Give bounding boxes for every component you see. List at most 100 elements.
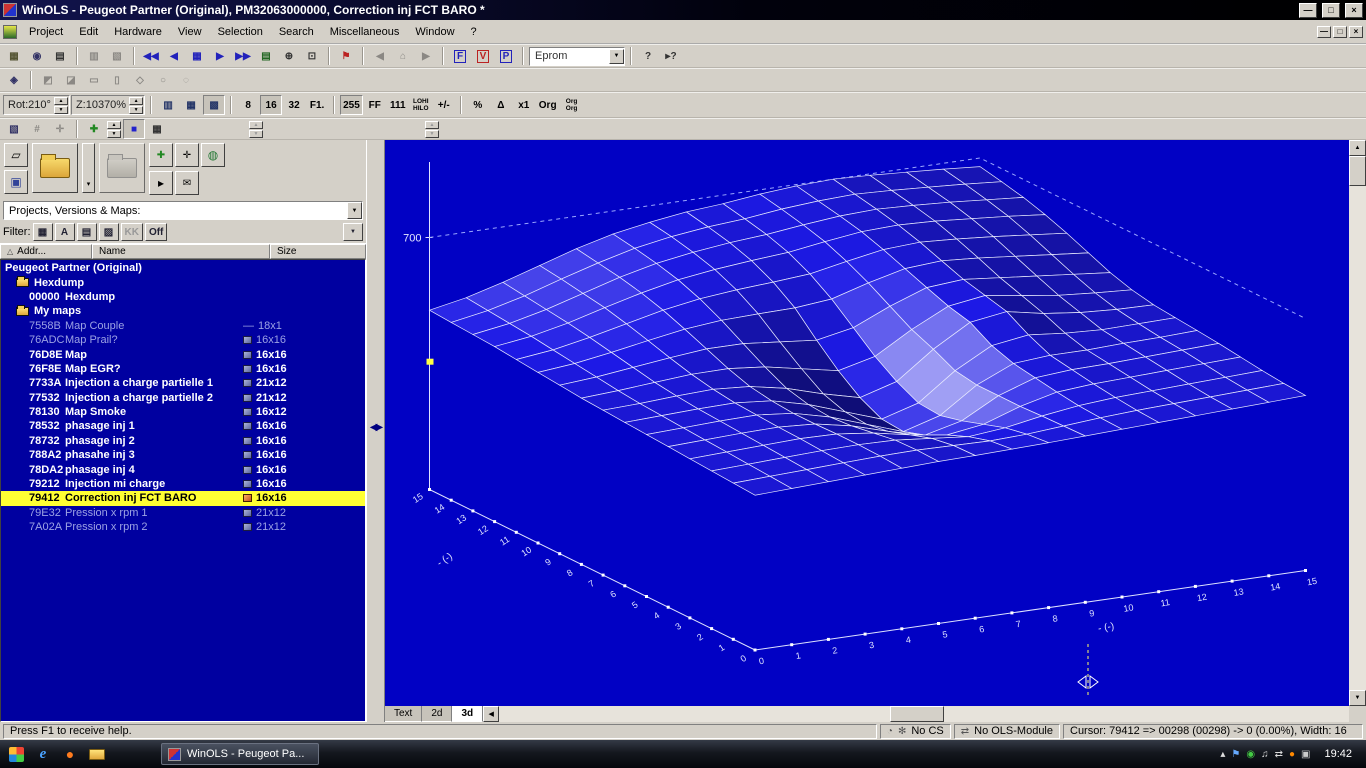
horizontal-scrollbar[interactable] [499, 706, 1349, 722]
start-button[interactable] [6, 744, 26, 764]
map-row-7A02A[interactable]: 7A02A Pression x rpm 2 21x12 [1, 520, 365, 534]
next-map-icon[interactable]: ▶ [209, 46, 231, 66]
firefox-launcher[interactable]: ● [60, 744, 80, 764]
map-row-79212[interactable]: 79212 Injection mi charge 16x16 [1, 477, 365, 491]
map-row-78532[interactable]: 78532 phasage inj 1 16x16 [1, 419, 365, 433]
tab-text[interactable]: Text [385, 706, 423, 722]
filter-off-button[interactable]: Off [144, 223, 168, 241]
difference-icon[interactable]: Δ [490, 95, 512, 115]
save-version-button[interactable]: ▣ [4, 170, 28, 194]
zoom-spinner-arrows[interactable]: ▲ ▼ [129, 96, 144, 114]
map-row-7558B[interactable]: 7558B Map Couple —18x1 [1, 319, 365, 333]
copy-icon[interactable]: ▥ [83, 46, 105, 66]
tab-2d[interactable]: 2d [422, 706, 453, 722]
view-text-icon[interactable]: ▥ [157, 95, 179, 115]
open-project-dropdown[interactable]: ▾ [82, 143, 95, 193]
map-row-77532[interactable]: 77532 Injection a charge partielle 2 21x12 [1, 391, 365, 405]
map-row-78DA2[interactable]: 78DA2 phasage inj 4 16x16 [1, 462, 365, 476]
tray-network-icon[interactable]: ⇄ [1275, 749, 1283, 760]
move-icon[interactable]: ✛ [49, 119, 71, 139]
map-table-icon[interactable]: ▦ [186, 46, 208, 66]
browser-launcher[interactable]: e [33, 744, 53, 764]
scroll-up-icon[interactable]: ▲ [1349, 140, 1366, 156]
oscilloscope-icon[interactable]: ◈ [3, 70, 25, 90]
vertical-scroll-track[interactable] [1349, 186, 1366, 690]
filter-maps-icon[interactable]: ▦ [32, 223, 53, 241]
folder-row-mymaps[interactable]: My maps [1, 304, 365, 318]
compare-original-icon[interactable]: Org Org [561, 95, 583, 115]
close-button[interactable]: × [1345, 2, 1363, 18]
filter-kk-button[interactable]: KK [120, 223, 143, 241]
open-project-icon[interactable]: ▦ [3, 46, 25, 66]
pane-splitter[interactable]: ◀▶ [366, 140, 385, 722]
projects-versions-combo[interactable]: Projects, Versions & Maps: ▼ [3, 201, 363, 220]
map-row-78130[interactable]: 78130 Map Smoke 16x12 [1, 405, 365, 419]
tray-antivirus-icon[interactable]: ◉ [1246, 749, 1255, 760]
decimal-display-icon[interactable]: 255 [340, 95, 363, 115]
edit-cell-icon[interactable]: ▭ [83, 70, 105, 90]
row-height-spinner[interactable]: ▲ ▼ [249, 120, 263, 138]
vertical-scrollbar[interactable]: ▲ ▼ [1349, 140, 1366, 706]
eprom-combo-arrow-icon[interactable]: ▼ [609, 48, 624, 64]
back-icon[interactable]: ◀ [369, 46, 391, 66]
value-view-icon[interactable]: V [472, 46, 494, 66]
context-help-icon[interactable]: ▸? [660, 46, 682, 66]
minimize-button[interactable]: — [1299, 2, 1317, 18]
insert-cell-icon[interactable]: ▯ [106, 70, 128, 90]
tray-app-icon[interactable]: ▣ [1301, 749, 1310, 760]
mail-button[interactable]: ✉ [175, 171, 199, 195]
tray-volume-icon[interactable]: ♫ [1261, 749, 1269, 760]
vertical-scroll-thumb[interactable] [1349, 156, 1366, 186]
open-project-button[interactable] [32, 143, 78, 193]
eprom-combo[interactable]: Eprom ▼ [529, 46, 625, 66]
horizontal-scroll-thumb[interactable] [890, 706, 945, 722]
tray-flag-icon[interactable]: ⚑ [1231, 749, 1240, 760]
menu-help[interactable]: ? [463, 22, 485, 42]
rotation-spinner[interactable]: Rot:210° ▲ ▼ [3, 95, 70, 115]
mdi-close-button[interactable]: × [1349, 25, 1363, 38]
project-row[interactable]: Peugeot Partner (Original) [1, 261, 365, 275]
paste-icon[interactable]: ▧ [106, 46, 128, 66]
zoom-spinner[interactable]: Z:10370% ▲ ▼ [70, 95, 146, 115]
bits-32-icon[interactable]: 32 [283, 95, 305, 115]
map-row-78732[interactable]: 78732 phasage inj 2 16x16 [1, 434, 365, 448]
percent-icon[interactable]: % [467, 95, 489, 115]
map-row-79E32[interactable]: 79E32 Pression x rpm 1 21x12 [1, 506, 365, 520]
restore-button[interactable]: □ [1322, 2, 1340, 18]
redo-icon[interactable]: ◪ [60, 70, 82, 90]
prev-map-icon[interactable]: ◀ [163, 46, 185, 66]
axis-icon[interactable]: # [26, 119, 48, 139]
scroll-down-icon[interactable]: ▼ [1349, 690, 1366, 706]
up-icon[interactable]: ⌂ [392, 46, 414, 66]
byte-order-icon[interactable]: LOHI HILO [410, 95, 432, 115]
online-button[interactable]: ◍ [201, 143, 225, 167]
depth-spinner[interactable]: ▲ ▼ [425, 120, 439, 138]
filter-selection-icon[interactable]: ▨ [98, 223, 119, 241]
map-row-76F8E[interactable]: 76F8E Map EGR? 16x16 [1, 362, 365, 376]
add-map-button[interactable]: ✚ [149, 143, 173, 167]
column-header-addr[interactable]: △ Addr... [0, 244, 92, 259]
menu-selection[interactable]: Selection [210, 22, 271, 42]
map-row-788A2[interactable]: 788A2 phasahe inj 3 16x16 [1, 448, 365, 462]
map-row-79412[interactable]: 79412 Correction inj FCT BARO 16x16 [1, 491, 365, 506]
insert-map-icon[interactable]: ✚ [83, 119, 105, 139]
combo-dropdown-icon[interactable]: ▼ [347, 202, 362, 219]
splitter-grip-icon[interactable]: ◀▶ [367, 422, 384, 433]
new-version-button[interactable]: ▱ [4, 143, 28, 167]
column-header-name[interactable]: Name [92, 244, 270, 259]
bits-float-icon[interactable]: F1. [306, 95, 328, 115]
tab-scroll-left-icon[interactable]: ◀ [483, 706, 500, 722]
original-icon[interactable]: Org [536, 95, 560, 115]
map-3d-view[interactable]: 700 0 1 2 3 4 5 6 7 8 9 10 11 12 13 14 15 0 1 2 3 4 5 6 7 8 9 10 11 1… [385, 140, 1366, 722]
tray-chevron-icon[interactable]: ▴ [1220, 749, 1225, 760]
map-row-76D8E[interactable]: 76D8E Map 16x16 [1, 347, 365, 361]
menu-project[interactable]: Project [21, 22, 71, 42]
first-map-icon[interactable]: ◀◀ [140, 46, 162, 66]
mdi-minimize-button[interactable]: — [1317, 25, 1331, 38]
surface-plot[interactable]: 70001234567891011121314150 1 2 3 4 5 6 7 8 9 10 11 1… [385, 140, 1349, 706]
column-spinner[interactable]: ▲ ▼ [107, 120, 121, 138]
map-row-76ADC[interactable]: 76ADC Map Prail? 16x16 [1, 333, 365, 347]
factor-icon[interactable]: x1 [513, 95, 535, 115]
bits-16-icon[interactable]: 16 [260, 95, 283, 115]
export-button[interactable]: ▸ [149, 171, 173, 195]
